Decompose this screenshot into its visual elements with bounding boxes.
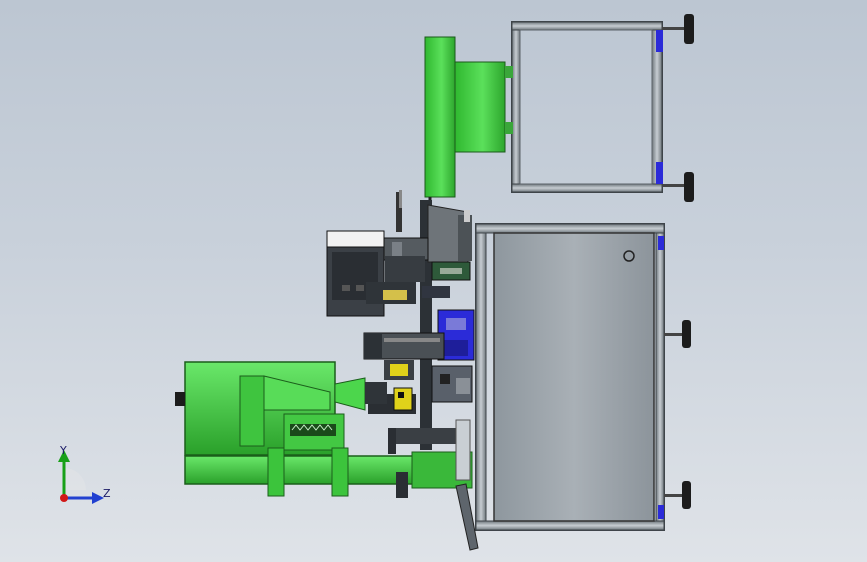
axis-triad: Y Z	[58, 444, 111, 504]
gear-housing	[175, 361, 345, 456]
leveling-foot-top-2	[662, 172, 694, 202]
z-axis-label: Z	[103, 487, 111, 500]
bracket-plate	[427, 204, 472, 263]
leveling-foot-top-1	[662, 14, 694, 44]
cad-viewport[interactable]: Y Z	[0, 0, 867, 562]
leveling-foot-bottom-2	[664, 481, 691, 509]
x-axis-dot	[60, 494, 68, 502]
cad-model-view: Y Z	[58, 14, 694, 551]
lower-cabinet	[475, 223, 665, 531]
main-shaft	[184, 447, 473, 498]
leveling-foot-bottom-1	[664, 320, 691, 348]
upper-frame	[511, 21, 663, 193]
y-axis-label: Y	[59, 444, 67, 457]
